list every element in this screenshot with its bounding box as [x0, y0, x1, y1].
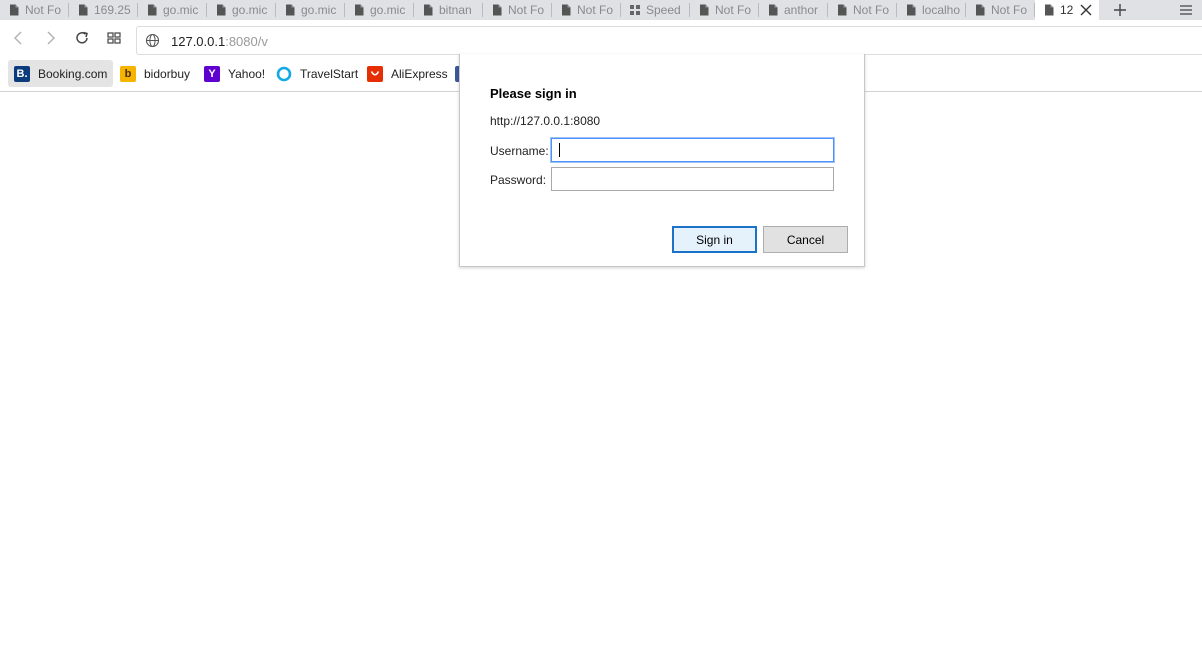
bidorbuy-icon: b [120, 65, 136, 82]
tab[interactable]: Not Fo [0, 0, 69, 20]
globe-icon [145, 33, 160, 48]
tab[interactable]: Not Fo [483, 0, 552, 20]
tab-title: localho [922, 3, 961, 17]
bookmark-label: TravelStart [300, 66, 359, 81]
menu-icon[interactable] [1176, 0, 1196, 20]
close-tab-icon[interactable] [1079, 3, 1093, 17]
tab-title: 12 [1060, 3, 1074, 17]
dialog-title: Please sign in [490, 86, 577, 101]
travelstart-icon [276, 66, 292, 82]
page-icon [1045, 4, 1054, 16]
back-icon[interactable] [10, 29, 28, 47]
username-field[interactable] [551, 138, 834, 162]
tab[interactable]: go.mic [207, 0, 276, 20]
page-icon [838, 4, 847, 16]
tab[interactable]: go.mic [138, 0, 207, 20]
tab-title: go.mic [370, 3, 406, 17]
tab[interactable]: 169.25 [69, 0, 138, 20]
tab-active[interactable]: 12 [1035, 0, 1099, 20]
bookmark-label: AliExpress [391, 66, 448, 81]
tab-title: go.mic [163, 3, 199, 17]
tab-title: bitnan [439, 3, 472, 17]
tab-title: go.mic [232, 3, 268, 17]
booking-icon: B. [14, 65, 30, 82]
page-icon [493, 4, 502, 16]
tab[interactable]: Not Fo [690, 0, 759, 20]
yahoo-icon: Y [204, 65, 220, 82]
bookmark-bidorbuy[interactable]: b bidorbuy [114, 60, 196, 87]
page-icon [148, 4, 157, 16]
url-host: 127.0.0.1 [171, 34, 226, 49]
page-icon [700, 4, 709, 16]
text-caret [559, 143, 560, 157]
page-icon [424, 4, 433, 16]
tab-title: Not Fo [25, 3, 62, 17]
tab-title: Not Fo [577, 3, 614, 17]
password-field[interactable] [551, 167, 834, 191]
dialog-origin: http://127.0.0.1:8080 [490, 114, 601, 128]
page-icon [907, 4, 916, 16]
speed-dial-icon [630, 5, 640, 15]
address-bar[interactable]: 127.0.0.1:8080/v [136, 26, 1202, 55]
cancel-button[interactable]: Cancel [763, 226, 848, 253]
tab[interactable]: Not Fo [966, 0, 1035, 20]
tab[interactable]: Speed [621, 0, 690, 20]
tab[interactable]: go.mic [345, 0, 414, 20]
aliexpress-icon [367, 65, 383, 82]
page-icon [976, 4, 985, 16]
page-icon [10, 4, 19, 16]
tab-title: Not Fo [991, 3, 1028, 17]
tab[interactable]: bitnan [414, 0, 483, 20]
tab[interactable]: localho [897, 0, 966, 20]
sign-in-button[interactable]: Sign in [672, 226, 757, 253]
sign-in-dialog: Please sign in http://127.0.0.1:8080 Use… [459, 54, 865, 267]
tab[interactable]: anthor [759, 0, 828, 20]
tab-title: 169.25 [94, 3, 131, 17]
bookmark-aliexpress[interactable]: AliExpress [361, 60, 454, 87]
bookmark-yahoo[interactable]: Y Yahoo! [198, 60, 271, 87]
password-label: Password: [490, 173, 547, 187]
bookmark-label: Yahoo! [228, 66, 266, 81]
bookmark-label: bidorbuy [144, 66, 191, 81]
url-path: :8080/v [225, 34, 268, 49]
tab-title: Not Fo [715, 3, 752, 17]
tab-title: Not Fo [853, 3, 890, 17]
tab-title: anthor [784, 3, 819, 17]
page-icon [217, 4, 226, 16]
username-label: Username: [490, 144, 549, 158]
new-tab-icon[interactable] [1110, 0, 1130, 20]
page-icon [562, 4, 571, 16]
reload-icon[interactable] [73, 29, 91, 47]
page-icon [286, 4, 295, 16]
tab-strip: Not Fo 169.25 go.mic go.mic go.mic go.mic bitn… [0, 0, 1202, 20]
page-icon [769, 4, 778, 16]
speed-dial-icon[interactable] [105, 29, 123, 47]
tab-title: go.mic [301, 3, 337, 17]
url-text: 127.0.0.1:8080/v [171, 34, 268, 49]
tab[interactable]: Not Fo [828, 0, 897, 20]
tab[interactable]: Not Fo [552, 0, 621, 20]
forward-icon[interactable] [41, 29, 59, 47]
bookmark-travelstart[interactable]: TravelStart [270, 60, 364, 87]
tab-title: Speed [646, 3, 681, 17]
page-icon [79, 4, 88, 16]
page-icon [355, 4, 364, 16]
bookmark-label: Booking.com [38, 66, 108, 81]
bookmark-booking-com[interactable]: B. Booking.com [8, 60, 114, 87]
tab[interactable]: go.mic [276, 0, 345, 20]
tab-title: Not Fo [508, 3, 545, 17]
